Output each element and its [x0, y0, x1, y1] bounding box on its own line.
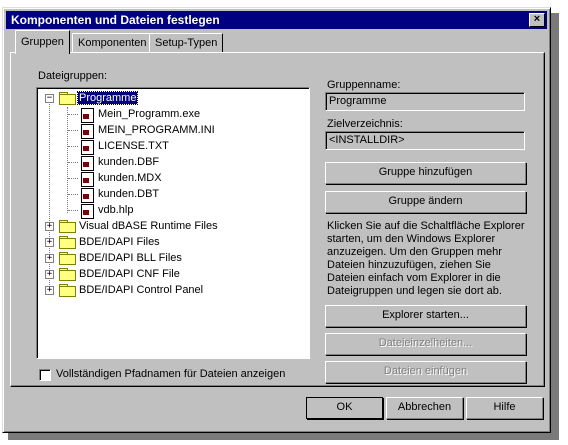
file-icon [80, 124, 94, 139]
tree-file-item[interactable]: kunden.MDX [37, 170, 307, 187]
insert-files-button[interactable]: Dateien einfügen [325, 361, 526, 383]
file-label: kunden.DBT [98, 188, 160, 200]
file-label: LICENSE.TXT [98, 140, 169, 152]
tree-file-item[interactable]: kunden.DBF [37, 154, 307, 171]
tree-node-bde-idapi-control-panel[interactable]: + BDE/IDAPI Control Panel [37, 282, 307, 298]
tree-node-bde-idapi-bll[interactable]: + BDE/IDAPI BLL Files [37, 250, 307, 266]
folder-icon [59, 268, 76, 281]
target-dir-field[interactable]: <INSTALLDIR> [325, 131, 525, 150]
change-group-button[interactable]: Gruppe ändern [325, 191, 526, 213]
tree-file-item[interactable]: MEIN_PROGRAMM.INI [37, 122, 307, 139]
folder-icon [59, 252, 76, 265]
expand-icon[interactable]: + [45, 254, 54, 263]
expand-icon[interactable]: + [45, 286, 54, 295]
cancel-button[interactable]: Abbrechen [386, 397, 463, 419]
help-button[interactable]: Hilfe [466, 397, 543, 419]
file-groups-label: Dateigruppen: [38, 70, 108, 82]
tree-file-item[interactable]: vdb.hlp [37, 202, 307, 219]
tree-node-label: Programme [76, 91, 139, 105]
show-full-paths-checkbox[interactable] [39, 369, 51, 381]
file-group-tree[interactable]: − Programme Mein_Programm.exe MEIN_PROGR… [36, 87, 310, 359]
file-label: vdb.hlp [98, 204, 134, 216]
group-name-field[interactable]: Programme [325, 92, 525, 111]
tree-node-label: BDE/IDAPI Control Panel [79, 284, 204, 296]
folder-icon [59, 284, 76, 297]
file-icon [80, 140, 94, 155]
expand-icon[interactable]: + [45, 238, 54, 247]
ok-button[interactable]: OK [306, 397, 383, 419]
tree-node-label: BDE/IDAPI CNF File [79, 268, 180, 280]
tree-file-item[interactable]: Mein_Programm.exe [37, 106, 307, 123]
file-label: kunden.DBF [98, 156, 160, 168]
file-icon [80, 172, 94, 187]
file-icon [80, 108, 94, 123]
file-label: MEIN_PROGRAMM.INI [98, 124, 215, 136]
file-details-button[interactable]: Dateieinzelheiten... [325, 333, 526, 355]
tree-node-programme[interactable]: − Programme [37, 90, 307, 106]
file-icon [80, 204, 94, 219]
add-group-button[interactable]: Gruppe hinzufügen [325, 162, 526, 184]
folder-icon [59, 220, 76, 233]
group-name-label: Gruppenname: [327, 79, 401, 91]
start-explorer-button[interactable]: Explorer starten... [325, 305, 526, 327]
expand-icon[interactable]: + [45, 222, 54, 231]
tree-node-visual-dbase-runtime[interactable]: + Visual dBASE Runtime Files [37, 218, 307, 234]
tree-node-bde-idapi-cnf[interactable]: + BDE/IDAPI CNF File [37, 266, 307, 282]
tree-node-label: Visual dBASE Runtime Files [79, 220, 218, 232]
tree-file-item[interactable]: kunden.DBT [37, 186, 307, 203]
explorer-help-text: Klicken Sie auf die Schaltfläche Explore… [327, 220, 525, 297]
expand-icon[interactable]: + [45, 270, 54, 279]
tree-node-label: BDE/IDAPI Files [79, 236, 160, 248]
file-label: Mein_Programm.exe [98, 108, 201, 120]
show-full-paths-label[interactable]: Vollständigen Pfadnamen für Dateien anze… [56, 368, 285, 380]
folder-open-icon [59, 92, 76, 105]
file-icon [80, 188, 94, 203]
target-dir-label: Zielverzeichnis: [327, 118, 403, 130]
tree-file-item[interactable]: LICENSE.TXT [37, 138, 307, 155]
tree-node-bde-idapi-files[interactable]: + BDE/IDAPI Files [37, 234, 307, 250]
collapse-icon[interactable]: − [45, 94, 54, 103]
file-icon [80, 156, 94, 171]
folder-icon [59, 236, 76, 249]
file-label: kunden.MDX [98, 172, 162, 184]
tree-node-label: BDE/IDAPI BLL Files [79, 252, 182, 264]
